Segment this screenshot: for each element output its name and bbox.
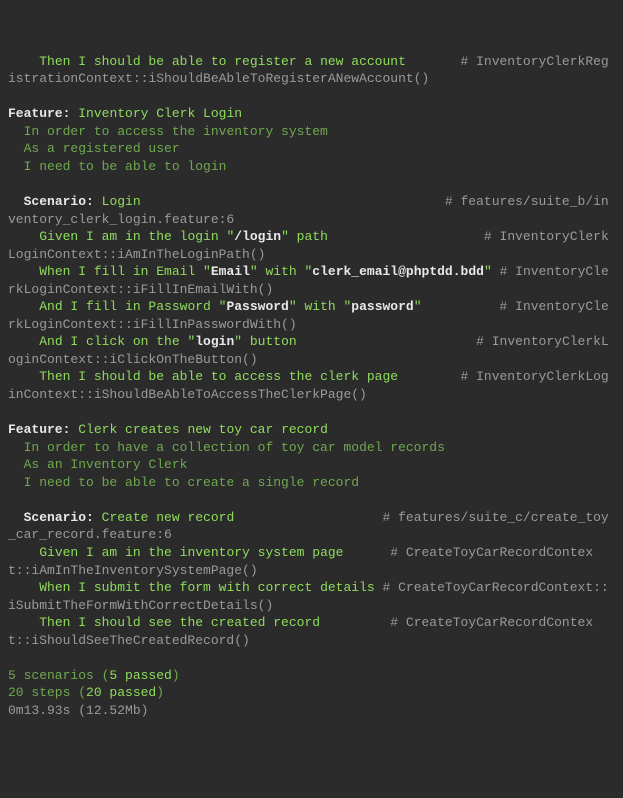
- feature-narrative: In order to access the inventory system: [24, 124, 328, 139]
- feature-narrative: As a registered user: [24, 141, 180, 156]
- feature-keyword: Feature:: [8, 422, 70, 437]
- step-text: ": [484, 264, 492, 279]
- scenario-location: # features/suite_b/inventory_clerk_login…: [8, 194, 609, 227]
- step-text: Given I am in the inventory system page: [39, 545, 343, 560]
- behat-terminal-output: Then I should be able to register a new …: [0, 53, 623, 728]
- step-text: Then I should see the created record: [39, 615, 320, 630]
- step-text: " path: [281, 229, 328, 244]
- step-arg: /login: [234, 229, 281, 244]
- scenario-keyword: Scenario:: [24, 510, 94, 525]
- step-text: When I submit the form with correct deta…: [39, 580, 374, 595]
- step-text: Then I should be able to register a new …: [39, 54, 406, 69]
- summary-scenarios: ): [172, 668, 180, 683]
- summary-steps: ): [156, 685, 164, 700]
- step-arg: Password: [226, 299, 288, 314]
- step-text: And I fill in Password ": [39, 299, 226, 314]
- step-text: ": [414, 299, 422, 314]
- feature-keyword: Feature:: [8, 106, 70, 121]
- step-text: And I click on the ": [39, 334, 195, 349]
- step-arg: Email: [211, 264, 250, 279]
- feature-title: Inventory Clerk Login: [78, 106, 242, 121]
- step-text: " with ": [289, 299, 351, 314]
- step-arg: clerk_email@phptdd.bdd: [312, 264, 484, 279]
- scenario-keyword: Scenario:: [24, 194, 94, 209]
- feature-narrative: As an Inventory Clerk: [24, 457, 188, 472]
- step-text: " button: [234, 334, 296, 349]
- feature-narrative: I need to be able to login: [24, 159, 227, 174]
- step-text: Given I am in the login ": [39, 229, 234, 244]
- summary-passed: 5 passed: [109, 668, 171, 683]
- step-text: " with ": [250, 264, 312, 279]
- scenario-title: Create new record: [102, 510, 235, 525]
- step-arg: password: [351, 299, 413, 314]
- feature-narrative: In order to have a collection of toy car…: [24, 440, 445, 455]
- step-text: Then I should be able to access the cler…: [39, 369, 398, 384]
- summary-steps: 20 steps (: [8, 685, 86, 700]
- step-arg: login: [195, 334, 234, 349]
- summary-passed: 20 passed: [86, 685, 156, 700]
- feature-title: Clerk creates new toy car record: [78, 422, 328, 437]
- scenario-location: # features/suite_c/create_toy_car_record…: [8, 510, 609, 543]
- step-text: When I fill in Email ": [39, 264, 211, 279]
- scenario-title: Login: [102, 194, 141, 209]
- summary-scenarios: 5 scenarios (: [8, 668, 109, 683]
- summary-time: 0m13.93s (12.52Mb): [8, 703, 148, 718]
- feature-narrative: I need to be able to create a single rec…: [24, 475, 359, 490]
